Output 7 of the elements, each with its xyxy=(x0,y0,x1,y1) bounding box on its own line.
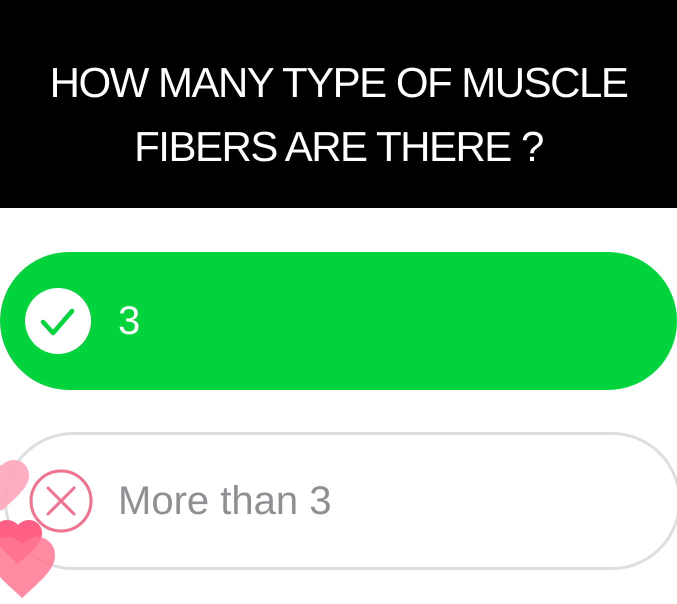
answer-option[interactable]: 3 xyxy=(0,252,677,390)
heart-icon xyxy=(0,460,29,511)
heart-icon xyxy=(0,537,55,598)
question-text: HOW MANY TYPE OF MUSCLE FIBERS ARE THERE ? xyxy=(48,58,628,172)
check-icon xyxy=(25,288,91,354)
answer-option[interactable]: More than 3 xyxy=(4,432,677,570)
close-icon xyxy=(29,469,93,533)
